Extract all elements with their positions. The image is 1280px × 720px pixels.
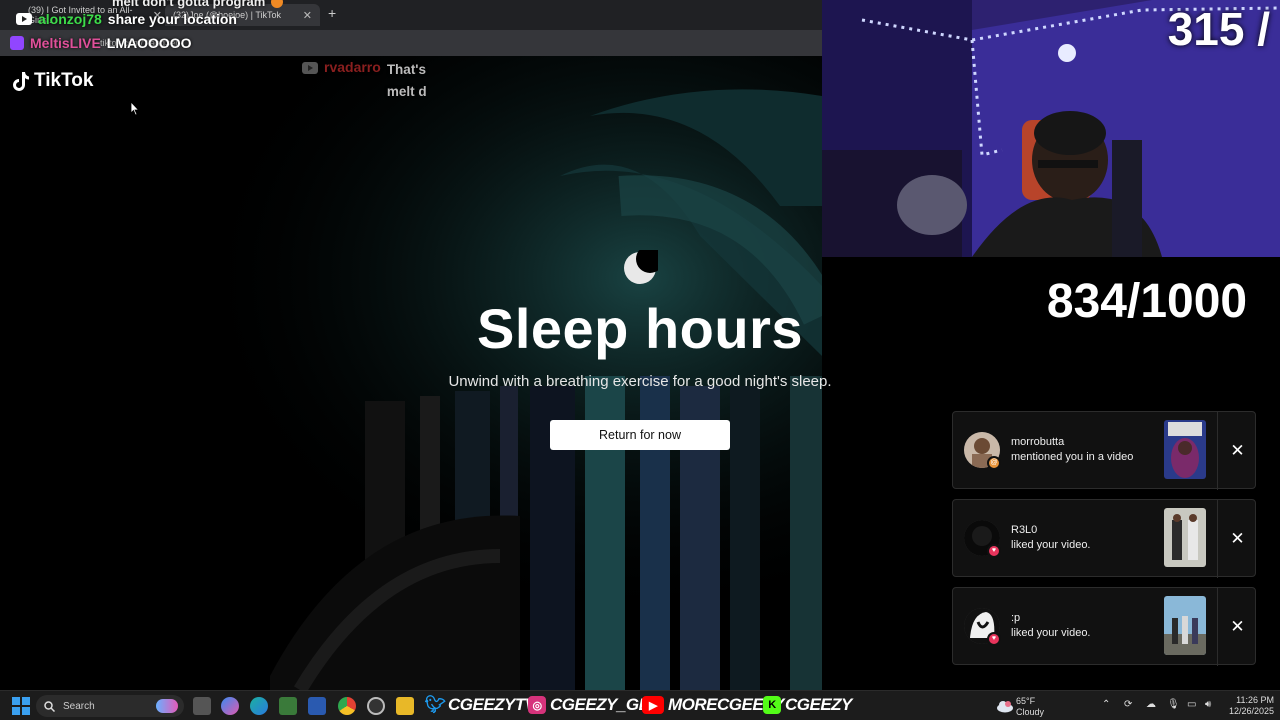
- twitter-icon: 🐦︎: [424, 695, 446, 714]
- close-notification-button[interactable]: ✕: [1217, 588, 1257, 666]
- video-thumbnail[interactable]: [1164, 508, 1206, 567]
- clock-date: 12/26/2025: [1228, 706, 1274, 716]
- cloud-tray-icon[interactable]: ☁: [1146, 699, 1156, 710]
- notification-card[interactable]: ♥ :p liked your video. ✕: [952, 587, 1257, 666]
- youtube-icon: ▶: [642, 696, 664, 714]
- close-notification-button[interactable]: ✕: [1217, 500, 1257, 578]
- chevron-up-icon[interactable]: ⌃: [1102, 699, 1110, 710]
- search-icon: [44, 700, 55, 712]
- tiktok-logo-text: TikTok: [34, 70, 94, 91]
- app-icon[interactable]: [279, 697, 297, 715]
- chat-message: alonzoj78 share your location: [16, 11, 237, 27]
- sync-icon[interactable]: ⟳: [1124, 699, 1132, 710]
- thumbnail-image: [1164, 508, 1206, 567]
- weather-condition: Cloudy: [1016, 707, 1045, 717]
- file-explorer-icon[interactable]: [396, 697, 414, 715]
- instagram-icon: ◎: [528, 696, 546, 714]
- chrome-icon[interactable]: [338, 697, 356, 715]
- notification-username: :p: [1011, 612, 1021, 624]
- search-placeholder: Search: [63, 700, 95, 712]
- counter-partial: 315 /: [1167, 3, 1270, 55]
- store-icon[interactable]: [308, 697, 326, 715]
- taskbar-search[interactable]: Search: [36, 695, 184, 717]
- copilot-app-icon[interactable]: [221, 697, 239, 715]
- return-for-now-button[interactable]: Return for now: [550, 420, 730, 450]
- chat-message: rvadarro That's melt d: [302, 59, 431, 103]
- thumbnail-image: [1164, 420, 1206, 479]
- clock-time: 11:26 PM: [1236, 695, 1274, 705]
- network-icon[interactable]: ▭: [1187, 699, 1196, 710]
- notification-card[interactable]: @ morrobutta mentioned you in a video ✕: [952, 411, 1257, 490]
- notification-message: liked your video.: [1011, 627, 1091, 639]
- video-thumbnail[interactable]: [1164, 596, 1206, 655]
- notification-username: R3L0: [1011, 524, 1038, 536]
- windows-start-icon[interactable]: [12, 697, 30, 715]
- chat-text: That's melt d: [386, 62, 427, 99]
- emoji-icon: [271, 0, 284, 8]
- system-clock[interactable]: 11:26 PM 12/26/2025: [1229, 695, 1274, 717]
- kick-icon: K: [763, 696, 781, 714]
- page-title: Sleep hours: [476, 297, 804, 360]
- chat-text: share your location: [107, 11, 237, 27]
- notification-card[interactable]: ♥ R3L0 liked your video. ✕: [952, 499, 1257, 578]
- chat-username: rvadarro: [324, 59, 381, 75]
- video-thumbnail[interactable]: [1164, 420, 1206, 479]
- heart-badge-icon: ♥: [987, 632, 1001, 646]
- taskbar: Search 🐦︎ CGEEZYTV ◎ CGEEZY_GBC ▶ MORECG…: [0, 690, 1280, 720]
- twitch-badge-icon: [10, 36, 24, 50]
- chat-message: MeltisLIVE LMAOOOOO: [10, 35, 192, 51]
- chat-message-partial: melt don't gotta program: [112, 0, 284, 9]
- social-twitter: 🐦︎ CGEEZYTV: [424, 695, 536, 715]
- youtube-badge-icon: [302, 62, 318, 74]
- heart-badge-icon: ♥: [987, 544, 1001, 558]
- copilot-icon: [156, 699, 178, 713]
- page-subtitle: Unwind with a breathing exercise for a g…: [448, 373, 832, 390]
- cloud-icon: [997, 701, 1013, 713]
- obs-icon[interactable]: [367, 697, 385, 715]
- notification-message: liked your video.: [1011, 539, 1091, 551]
- social-kick: K CGEEZY: [763, 695, 852, 715]
- notification-username: morrobutta: [1011, 436, 1065, 448]
- thumbnail-image: [1164, 596, 1206, 655]
- chat-username: MeltisLIVE: [30, 35, 101, 51]
- close-notification-button[interactable]: ✕: [1217, 412, 1257, 490]
- goal-counter: 834/1000: [1046, 275, 1248, 328]
- weather-temp: 65°F: [1016, 696, 1036, 706]
- tiktok-logo[interactable]: TikTok: [12, 70, 93, 92]
- mention-badge-icon: @: [987, 456, 1001, 470]
- chat-text: melt don't gotta program: [112, 0, 266, 9]
- close-tab-icon[interactable]: ✕: [303, 9, 312, 22]
- microphone-icon[interactable]: 🎙︎: [1167, 699, 1180, 710]
- task-view-icon[interactable]: [193, 697, 211, 715]
- notification-message: mentioned you in a video: [1011, 451, 1134, 463]
- new-tab-icon[interactable]: +: [328, 5, 336, 21]
- chat-text: LMAOOOOO: [106, 35, 192, 51]
- volume-icon[interactable]: 🔊︎: [1205, 699, 1211, 710]
- moon-icon: [624, 250, 658, 284]
- chat-username: alonzoj78: [38, 11, 102, 27]
- edge-icon[interactable]: [250, 697, 268, 715]
- social-handle: CGEEZY: [785, 695, 852, 714]
- webcam-feed: 315 /: [822, 0, 1280, 257]
- social-handle: CGEEZYTV: [448, 695, 536, 714]
- tiktok-note-icon: [13, 72, 29, 91]
- mouse-cursor-icon: [130, 101, 140, 116]
- youtube-badge-icon: [16, 13, 32, 25]
